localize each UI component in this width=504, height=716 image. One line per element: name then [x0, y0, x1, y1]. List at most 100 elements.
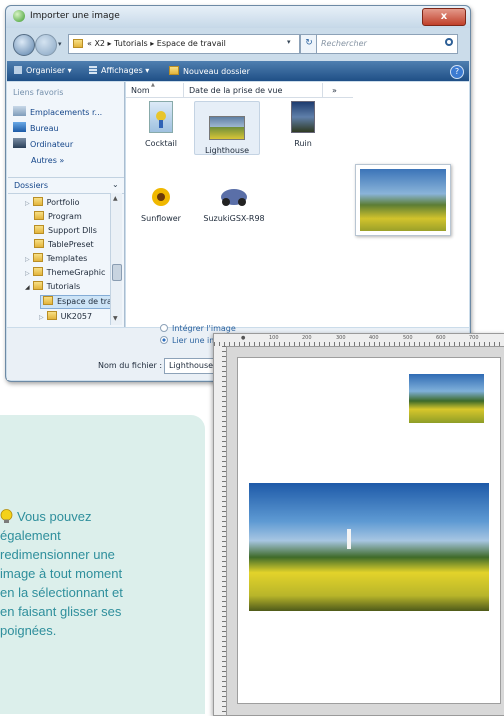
file-item[interactable]: SuzukiGSX-R98: [194, 186, 274, 223]
file-item[interactable]: Ruin: [268, 101, 338, 148]
ruler-origin: ●: [241, 335, 246, 341]
computer-icon: [13, 138, 26, 148]
favorite-computer[interactable]: Ordinateur: [13, 138, 73, 149]
large-image[interactable]: [249, 483, 489, 611]
new-folder-button[interactable]: Nouveau dossier: [169, 66, 250, 76]
dialog-title: Importer une image: [30, 11, 120, 21]
horizontal-ruler[interactable]: ● 100 200 300 400 500 600 700: [214, 334, 504, 347]
folder-icon: [32, 253, 43, 262]
views-icon: [89, 66, 97, 74]
folders-header[interactable]: Dossiers ⌄: [8, 177, 124, 194]
folder-icon: [32, 281, 43, 290]
small-image[interactable]: [409, 374, 484, 423]
preview-image: [360, 169, 446, 231]
recent-places-icon: [13, 106, 26, 116]
filename-value: Lighthouse: [169, 361, 214, 370]
search-placeholder: Rechercher: [321, 39, 367, 48]
back-button[interactable]: [13, 34, 35, 56]
expand-icon[interactable]: ▷: [39, 314, 44, 321]
expand-icon[interactable]: ▷: [25, 270, 30, 277]
folder-item[interactable]: TablePreset: [34, 239, 94, 249]
file-name: Ruin: [294, 139, 312, 148]
collapse-icon[interactable]: ◢: [25, 284, 30, 291]
lighthouse-thumbnail: [209, 116, 245, 140]
page[interactable]: [237, 357, 501, 704]
column-more[interactable]: »: [332, 86, 337, 95]
column-headers: Nom ▲ Date de la prise de vue »: [126, 82, 353, 98]
folder-icon: [32, 197, 43, 206]
motorcycle-thumbnail: [219, 186, 249, 208]
file-item-selected[interactable]: Lighthouse: [194, 101, 260, 155]
organize-menu[interactable]: Organiser ▾: [14, 66, 72, 75]
cocktail-thumbnail: [149, 101, 173, 133]
favorites-header: Liens favoris: [13, 88, 64, 97]
favorite-desktop[interactable]: Bureau: [13, 122, 59, 133]
organize-icon: [14, 66, 22, 74]
folder-icon: [43, 296, 53, 305]
folder-item[interactable]: ▷ ThemeGraphic: [25, 267, 105, 277]
folder-item-expanded[interactable]: ◢ Tutorials: [25, 281, 80, 291]
folder-item[interactable]: Support Dlls: [34, 225, 97, 235]
ruler-label: 500: [403, 335, 413, 341]
folder-item[interactable]: ▷ Templates: [25, 253, 87, 263]
app-icon: [13, 10, 25, 22]
embed-option[interactable]: Intégrer l'image: [160, 324, 236, 333]
title-bar[interactable]: Importer une image x: [6, 6, 470, 28]
file-item[interactable]: Sunflower: [126, 186, 196, 223]
ruler-ticks: [222, 346, 226, 715]
history-dropdown-icon[interactable]: ▾: [58, 40, 62, 48]
close-button[interactable]: x: [422, 8, 466, 26]
more-favorites-link[interactable]: Autres »: [31, 156, 64, 165]
column-name[interactable]: Nom: [131, 86, 150, 95]
ruler-label: 100: [269, 335, 279, 341]
folder-icon: [32, 267, 43, 276]
sort-icon: ▲: [151, 82, 155, 88]
link-radio[interactable]: [160, 336, 168, 344]
folders-collapse-icon[interactable]: ⌄: [112, 180, 119, 189]
folders-scrollbar[interactable]: [110, 193, 122, 325]
search-icon[interactable]: [445, 38, 453, 46]
address-path: « X2 ▸ Tutorials ▸ Espace de travail: [87, 39, 226, 48]
file-item[interactable]: Cocktail: [126, 101, 196, 148]
search-field[interactable]: Rechercher: [316, 34, 458, 54]
folder-item-selected[interactable]: Espace de tra: [40, 295, 112, 309]
tip-text: Vous pouvez également redimensionner une…: [0, 507, 196, 640]
tip-body: Vous pouvez également redimensionner une…: [0, 509, 123, 638]
lighthouse-figure: [347, 529, 351, 549]
new-folder-icon: [169, 66, 179, 75]
vertical-ruler[interactable]: [214, 346, 227, 715]
ruler-label: 400: [369, 335, 379, 341]
folder-item[interactable]: ▷ UK2057: [39, 311, 92, 321]
ruler-label: 700: [469, 335, 479, 341]
forward-button[interactable]: [35, 34, 57, 56]
favorite-recent-places[interactable]: Emplacements r...: [13, 106, 102, 117]
folder-icon: [46, 311, 57, 320]
toolbar: Organiser ▾ Affichages ▾ Nouveau dossier…: [7, 61, 469, 81]
address-bar[interactable]: « X2 ▸ Tutorials ▸ Espace de travail ▾: [68, 34, 300, 54]
scroll-down-icon[interactable]: ▼: [113, 315, 118, 322]
address-dropdown-icon[interactable]: ▾: [287, 38, 291, 46]
column-date[interactable]: Date de la prise de vue: [189, 86, 282, 95]
ruler-ticks: [214, 342, 504, 346]
column-divider[interactable]: [183, 83, 184, 97]
scrollbar-thumb[interactable]: [112, 264, 122, 281]
import-image-dialog: Importer une image x ▾ « X2 ▸ Tutorials …: [5, 5, 471, 382]
folder-item[interactable]: Program: [34, 211, 82, 221]
folder-icon: [34, 211, 44, 220]
help-icon[interactable]: ?: [450, 65, 464, 79]
expand-icon[interactable]: ▷: [25, 256, 30, 263]
ruler-label: 600: [436, 335, 446, 341]
file-name: Sunflower: [141, 214, 181, 223]
folder-icon: [34, 225, 44, 234]
scroll-up-icon[interactable]: ▲: [113, 195, 118, 202]
embed-radio[interactable]: [160, 324, 168, 332]
lightbulb-icon: [0, 509, 13, 523]
ruin-thumbnail: [291, 101, 315, 133]
column-divider[interactable]: [322, 83, 323, 97]
expand-icon[interactable]: ▷: [25, 200, 30, 207]
image-preview: [355, 164, 451, 236]
folder-icon: [34, 239, 44, 248]
views-menu[interactable]: Affichages ▾: [89, 66, 149, 75]
file-name: Cocktail: [145, 139, 177, 148]
folder-item[interactable]: ▷ Portfolio: [25, 197, 80, 207]
